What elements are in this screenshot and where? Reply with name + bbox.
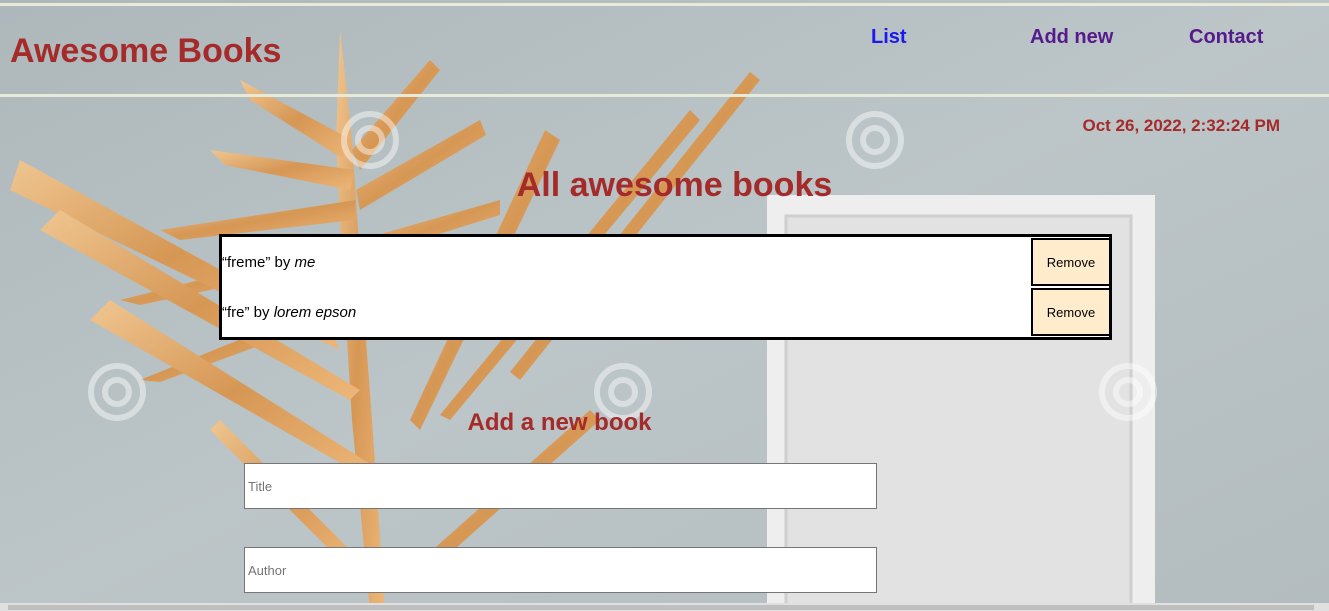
brand-title: Awesome Books: [10, 32, 282, 70]
title-input[interactable]: [244, 463, 877, 509]
book-author: me: [294, 254, 316, 271]
book-list-title: All awesome books: [516, 166, 833, 204]
book-by: by: [253, 304, 270, 321]
book-title: “fre”: [222, 304, 250, 321]
nav-link-contact[interactable]: Contact: [1189, 26, 1263, 49]
book-entry: “fre” by lorem epson: [222, 304, 356, 321]
book-entry: “freme” by me: [222, 254, 315, 271]
scrollbar-thumb[interactable]: [8, 605, 1314, 610]
book-by: by: [274, 254, 291, 271]
remove-button[interactable]: Remove: [1031, 238, 1111, 286]
author-input[interactable]: [244, 547, 877, 593]
remove-button[interactable]: Remove: [1031, 288, 1111, 336]
book-author: lorem epson: [273, 304, 357, 321]
nav-link-list[interactable]: List: [871, 26, 907, 49]
book-list: “freme” by me Remove “fre” by lorem epso…: [219, 234, 1112, 340]
current-date: Oct 26, 2022, 2:32:24 PM: [1082, 116, 1280, 135]
add-book-title: Add a new book: [467, 409, 652, 436]
list-item: “fre” by lorem epson Remove: [222, 287, 1111, 337]
book-title: “freme”: [222, 254, 271, 271]
nav-link-add-new[interactable]: Add new: [1030, 26, 1113, 49]
horizontal-scrollbar[interactable]: [0, 603, 1329, 611]
header-divider: [0, 94, 1329, 97]
header: Awesome Books List Add new Contact: [0, 6, 1329, 94]
list-item: “freme” by me Remove: [222, 237, 1111, 287]
